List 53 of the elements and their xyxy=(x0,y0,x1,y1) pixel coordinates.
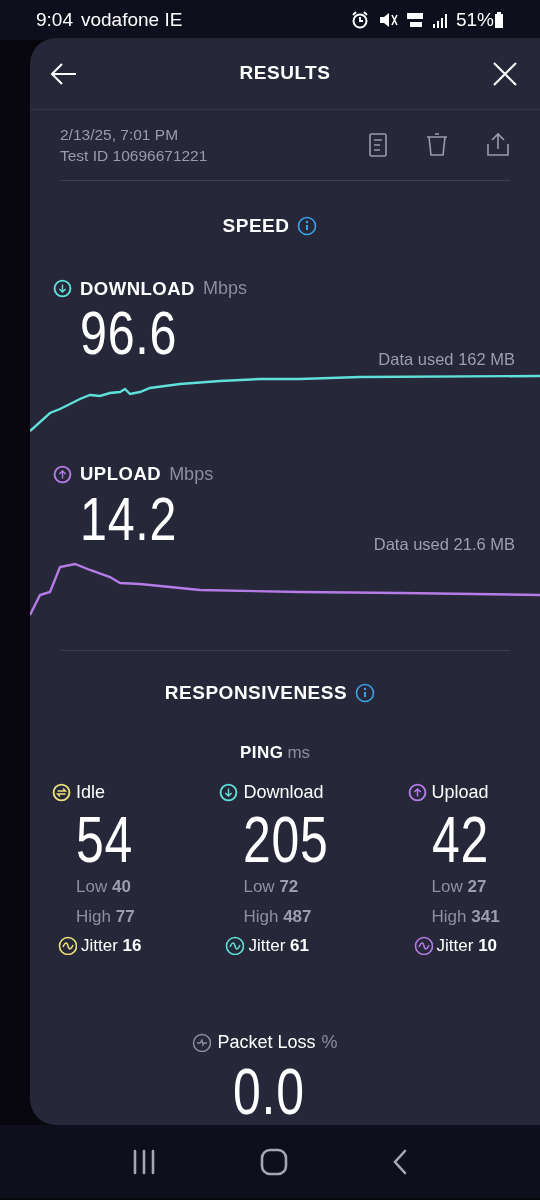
document-icon[interactable] xyxy=(368,133,388,157)
section-title: SPEED xyxy=(222,214,290,238)
trash-icon[interactable] xyxy=(426,133,448,157)
data-used-text: Data used 21.6 MB xyxy=(373,534,515,556)
home-icon[interactable] xyxy=(260,1147,288,1176)
unit-label: ms xyxy=(287,741,311,764)
jitter-text: Jitter 16 xyxy=(81,935,142,957)
test-date: 2/13/25, 7:01 PM xyxy=(60,125,180,145)
back-icon[interactable] xyxy=(392,1148,408,1175)
back-icon[interactable] xyxy=(50,60,78,87)
share-icon[interactable] xyxy=(486,132,510,158)
pulse-icon xyxy=(192,1032,212,1052)
idle-ping-label: Idle xyxy=(76,781,106,804)
data-used-text: Data used 162 MB xyxy=(378,348,515,370)
test-id: Test ID 10696671221 xyxy=(60,146,208,166)
signal-icon xyxy=(431,11,448,29)
ping-value: 42 xyxy=(431,808,489,872)
unit-label: Mbps xyxy=(203,276,247,300)
ping-low-text: Low 40 xyxy=(76,876,132,898)
close-icon[interactable] xyxy=(492,60,518,87)
jitter-text: Jitter 61 xyxy=(248,935,309,957)
battery-icon xyxy=(494,11,504,29)
wave-icon xyxy=(225,936,245,956)
ping-low-text: Low 27 xyxy=(431,876,488,898)
download-label: DOWNLOAD xyxy=(80,276,195,301)
ping-high-text: High 487 xyxy=(243,906,313,928)
packet-loss-value: 0.0 xyxy=(233,1059,305,1124)
screen-title: RESULTS xyxy=(239,61,331,86)
info-icon[interactable] xyxy=(297,216,318,237)
carrier-name: vodafone IE xyxy=(81,7,183,32)
status-time: 9:04 xyxy=(36,7,73,32)
unit-label: Mbps xyxy=(169,462,214,486)
ping-high-text: High 341 xyxy=(431,906,501,928)
upload-ping-label: Upload xyxy=(431,781,489,804)
download-ping-label: Download xyxy=(243,781,324,804)
ping-value: 54 xyxy=(76,808,134,872)
jitter-text: Jitter 10 xyxy=(436,935,498,957)
wave-icon xyxy=(58,936,77,956)
packet-loss-label: Packet Loss xyxy=(217,1030,316,1054)
mute-icon xyxy=(377,10,398,30)
info-icon[interactable] xyxy=(355,683,376,704)
ping-high-text: High 77 xyxy=(76,906,136,928)
upload-label: UPLOAD xyxy=(80,462,162,487)
battery-percent: 51% xyxy=(455,7,494,32)
ping-low-text: Low 72 xyxy=(243,876,300,898)
section-title: RESPONSIVENESS xyxy=(164,681,348,705)
recent-apps-icon[interactable] xyxy=(132,1148,156,1175)
wave-icon xyxy=(413,936,433,956)
ping-label: PING xyxy=(239,741,284,764)
download-speed-value: 96.6 xyxy=(80,302,178,365)
ping-value: 205 xyxy=(243,808,330,872)
upload-speed-value: 14.2 xyxy=(80,488,178,550)
unit-label: % xyxy=(321,1030,338,1054)
